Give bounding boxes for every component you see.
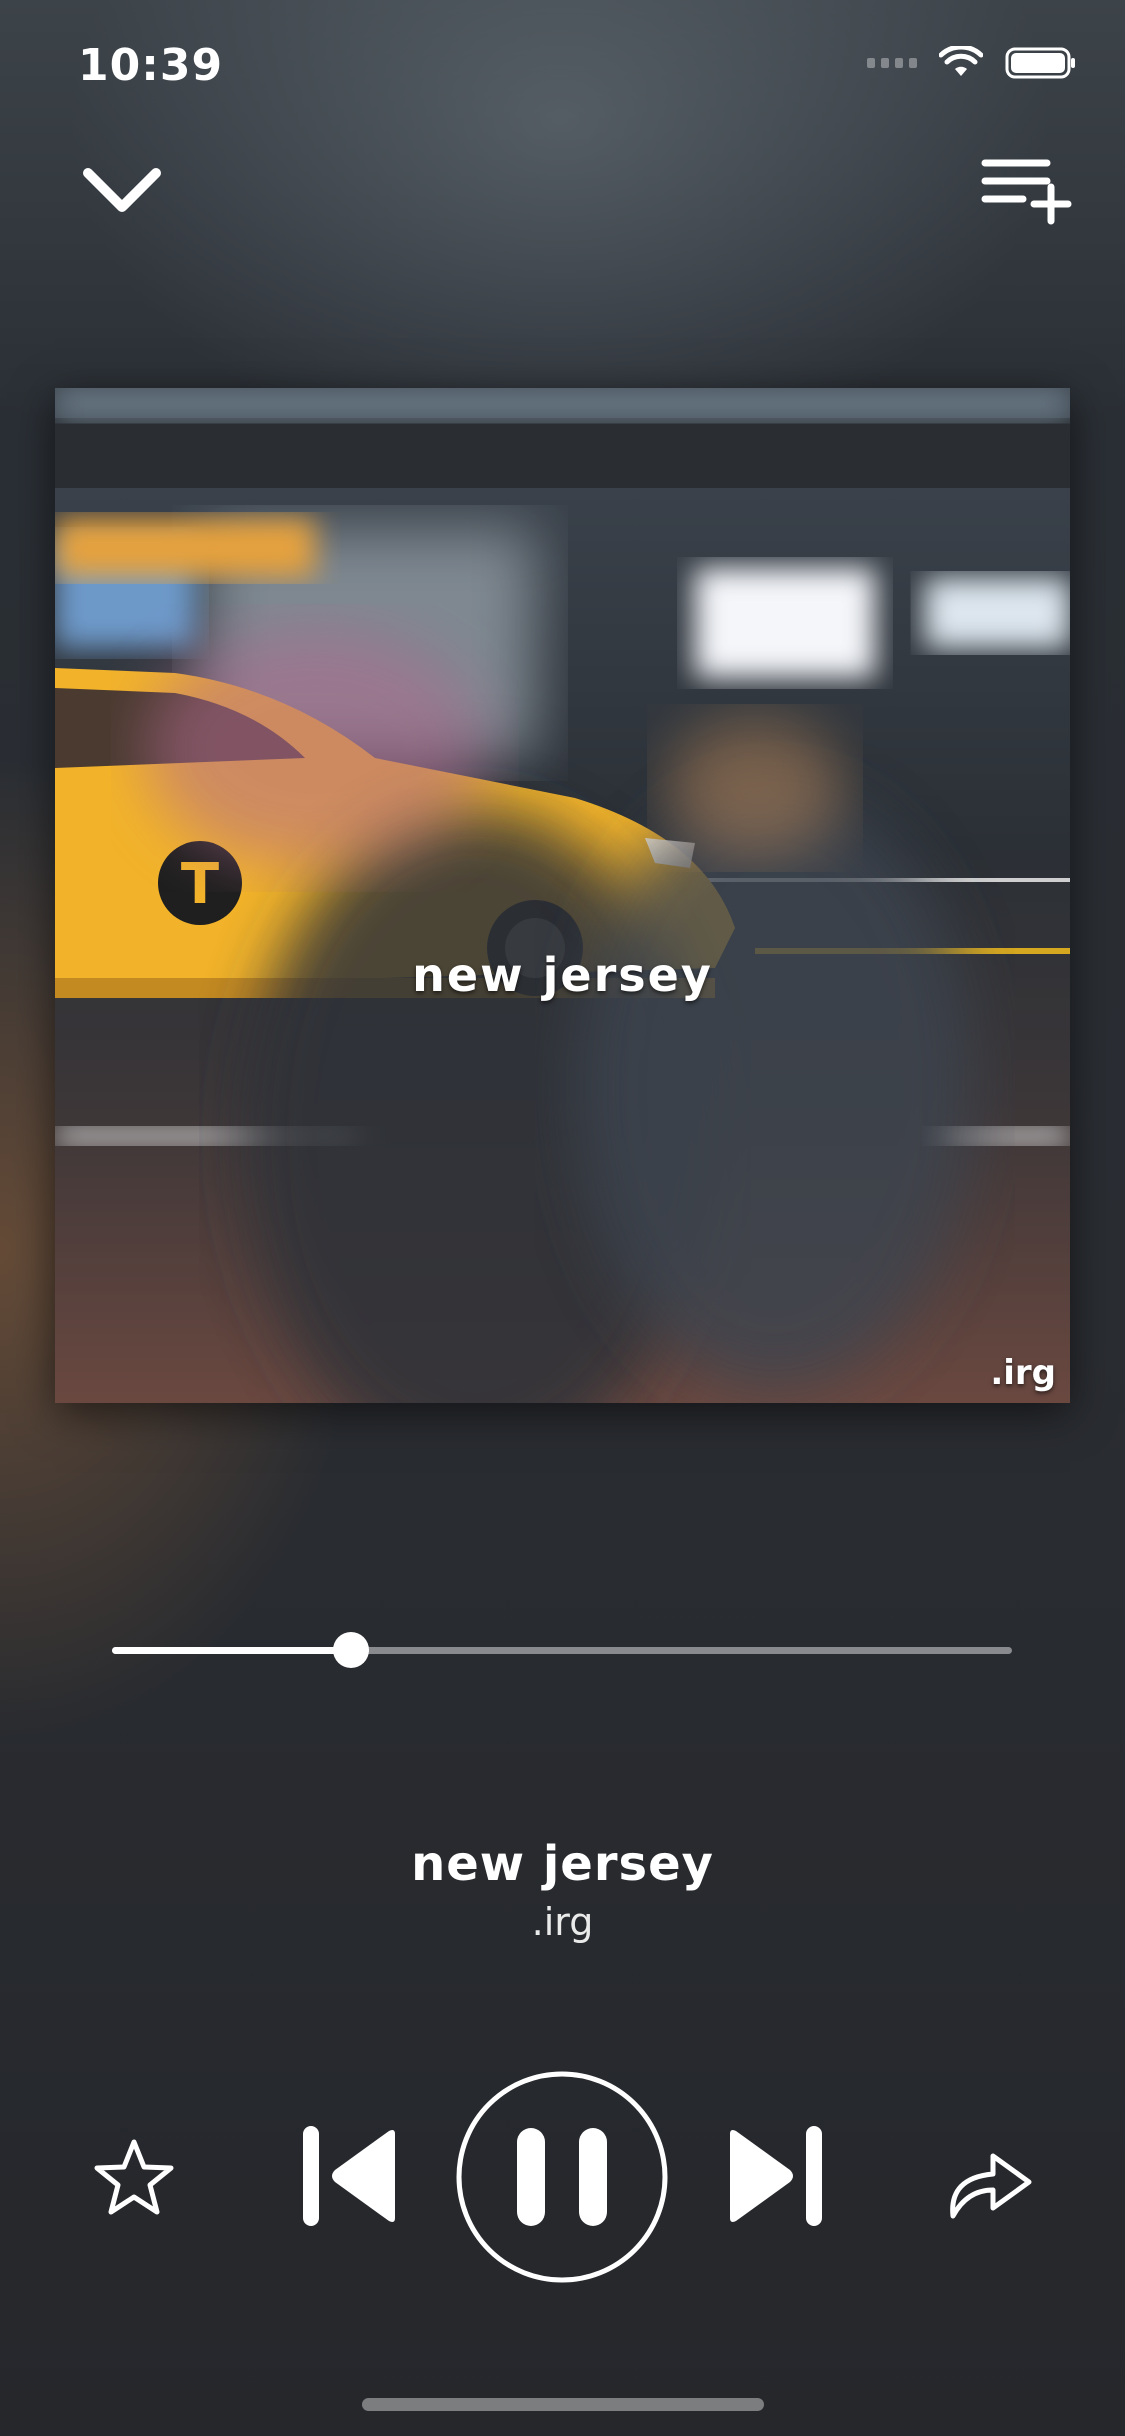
artwork-title: new jersey bbox=[412, 948, 713, 1002]
seek-bar[interactable] bbox=[112, 1625, 1012, 1675]
favorite-button[interactable] bbox=[86, 2130, 182, 2226]
artwork-artist: .irg bbox=[990, 1353, 1056, 1393]
chevron-down-icon bbox=[83, 168, 161, 212]
album-artwork: T new jersey .irg bbox=[55, 388, 1070, 1403]
status-time: 10:39 bbox=[78, 40, 224, 91]
collapse-button[interactable] bbox=[72, 140, 172, 240]
home-indicator[interactable] bbox=[362, 2398, 764, 2411]
skip-next-icon bbox=[730, 2126, 822, 2226]
next-button[interactable] bbox=[715, 2118, 835, 2234]
svg-text:T: T bbox=[181, 852, 219, 917]
star-icon bbox=[94, 2139, 174, 2215]
pause-icon bbox=[456, 2071, 668, 2283]
skip-previous-icon bbox=[303, 2126, 395, 2226]
share-button[interactable] bbox=[940, 2130, 1040, 2230]
add-to-queue-button[interactable] bbox=[977, 140, 1077, 240]
wifi-icon bbox=[939, 46, 983, 76]
progress-thumb[interactable] bbox=[332, 1632, 369, 1668]
battery-icon bbox=[1005, 47, 1075, 79]
track-title: new jersey bbox=[411, 1836, 714, 1892]
previous-button[interactable] bbox=[290, 2118, 410, 2234]
playlist-add-icon bbox=[981, 159, 1072, 225]
share-icon bbox=[950, 2153, 1032, 2219]
track-artist[interactable]: .irg bbox=[0, 1900, 1125, 1944]
progress-fill bbox=[112, 1647, 351, 1654]
signal-icon bbox=[867, 58, 917, 68]
play-pause-button[interactable] bbox=[455, 2070, 669, 2284]
status-icons bbox=[867, 46, 1077, 80]
